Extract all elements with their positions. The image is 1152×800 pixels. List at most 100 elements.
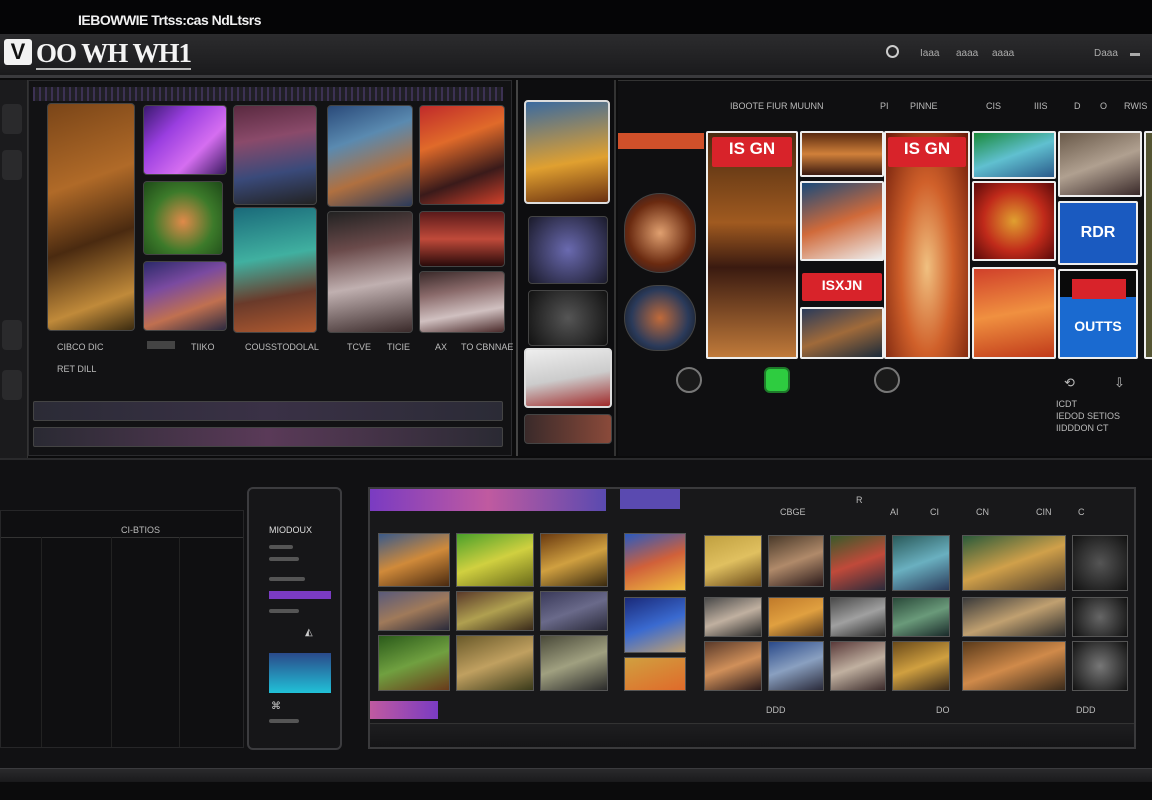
color-swatch[interactable] [269, 653, 331, 693]
nav-item-3[interactable]: aaaa [992, 48, 1014, 59]
device-row[interactable] [269, 609, 299, 613]
media-strip[interactable] [33, 427, 503, 447]
rail-item[interactable] [2, 320, 22, 350]
media-card[interactable] [800, 131, 884, 177]
grid-tile[interactable] [540, 591, 608, 631]
media-card[interactable] [1144, 131, 1152, 359]
footer-item[interactable]: DDD [766, 705, 786, 715]
media-tile[interactable] [47, 103, 135, 331]
rail-item[interactable] [2, 104, 22, 134]
preview-thumb[interactable] [528, 290, 608, 346]
grid-tile[interactable] [962, 535, 1066, 591]
media-tile[interactable] [327, 105, 413, 207]
media-orb[interactable] [624, 285, 696, 351]
media-tile[interactable] [419, 105, 505, 205]
media-strip[interactable] [33, 401, 503, 421]
media-tile[interactable] [327, 211, 413, 333]
media-tile[interactable] [233, 207, 317, 333]
toolbar-item[interactable]: CIN [1036, 507, 1052, 517]
grid-tile[interactable] [456, 635, 534, 691]
grid-tile[interactable] [624, 657, 686, 691]
media-card[interactable] [800, 307, 884, 359]
grid-tile[interactable] [704, 535, 762, 587]
grid-tile[interactable] [704, 641, 762, 691]
device-row[interactable] [269, 545, 293, 549]
grid-tile[interactable] [1072, 641, 1128, 691]
media-card[interactable]: RDR [1058, 201, 1138, 265]
media-card[interactable] [800, 181, 884, 261]
media-tile[interactable] [143, 181, 223, 255]
media-tile[interactable] [419, 271, 505, 333]
download-icon[interactable]: ⇩ [1114, 375, 1125, 391]
grid-tile[interactable] [624, 533, 686, 591]
play-button[interactable] [764, 367, 790, 393]
grid-tile[interactable] [892, 597, 950, 637]
grid-footer-tab[interactable] [370, 701, 438, 719]
volume-icon[interactable]: ◭ [305, 627, 313, 638]
footer-item[interactable]: DDD [1076, 705, 1096, 715]
gear-icon[interactable] [886, 45, 899, 58]
media-tile[interactable] [143, 261, 227, 331]
grid-tile[interactable] [962, 641, 1066, 691]
panel-tab[interactable]: IIIS [1034, 101, 1048, 111]
media-card[interactable] [972, 267, 1056, 359]
nav-item-4[interactable]: Daaa [1094, 48, 1118, 59]
grid-tile[interactable] [540, 635, 608, 691]
grid-tile[interactable] [768, 641, 824, 691]
settings-icon[interactable]: ⌘ [271, 701, 281, 712]
progress-bar[interactable] [269, 591, 331, 599]
preview-thumb[interactable] [528, 216, 608, 284]
prev-button[interactable] [676, 367, 702, 393]
media-tile[interactable] [419, 211, 505, 267]
grid-tile[interactable] [378, 533, 450, 587]
next-button[interactable] [874, 367, 900, 393]
device-row[interactable] [269, 577, 305, 581]
rail-item[interactable] [2, 370, 22, 400]
grid-tile[interactable] [830, 535, 886, 591]
media-card[interactable] [972, 131, 1056, 179]
toolbar-item[interactable]: AI [890, 507, 899, 517]
device-row[interactable] [269, 557, 299, 561]
grid-tab[interactable] [620, 489, 680, 509]
media-card[interactable] [1058, 131, 1142, 197]
grid-tile[interactable] [378, 591, 450, 631]
panel-tab[interactable]: PI [880, 101, 889, 111]
grid-tile[interactable] [1072, 535, 1128, 591]
panel-tab[interactable]: O [1100, 101, 1107, 111]
grid-tile[interactable] [768, 535, 824, 587]
toolbar-item[interactable]: C [1078, 507, 1085, 517]
grid-scroll-track[interactable] [370, 723, 1134, 747]
grid-tile[interactable] [768, 597, 824, 637]
share-icon[interactable]: ⟲ [1064, 375, 1075, 391]
grid-tile[interactable] [830, 641, 886, 691]
bottom-scrollbar[interactable] [0, 768, 1152, 782]
preview-thumb[interactable] [524, 100, 610, 204]
app-logo[interactable]: OO WH WH1 [36, 38, 192, 70]
device-row[interactable] [269, 719, 299, 723]
grid-tile[interactable] [962, 597, 1066, 637]
grid-tile[interactable] [624, 597, 686, 653]
media-orb[interactable] [624, 193, 696, 273]
grid-tile[interactable] [378, 635, 450, 691]
rail-item[interactable] [2, 150, 22, 180]
panel-tab[interactable]: D [1074, 101, 1081, 111]
toolbar-item[interactable]: R [856, 495, 863, 505]
grid-tile[interactable] [830, 597, 886, 637]
grid-tab-strip[interactable] [370, 489, 606, 511]
toolbar-item[interactable]: CBGE [780, 507, 806, 517]
nav-item-2[interactable]: aaaa [956, 48, 978, 59]
grid-tile[interactable] [892, 641, 950, 691]
media-card[interactable]: OUTTS [1058, 269, 1138, 359]
nav-item-1[interactable]: Iaaa [920, 48, 939, 59]
media-card[interactable] [972, 181, 1056, 261]
media-tile[interactable] [143, 105, 227, 175]
grid-tile[interactable] [456, 533, 534, 587]
panel-tab[interactable]: RWIS [1124, 101, 1147, 111]
grid-tile[interactable] [892, 535, 950, 591]
panel-tab[interactable]: PINNE [910, 101, 938, 111]
toolbar-item[interactable]: CN [976, 507, 989, 517]
grid-tile[interactable] [704, 597, 762, 637]
menu-icon[interactable]: ▬ [1130, 48, 1140, 59]
grid-tile[interactable] [456, 591, 534, 631]
preview-thumb[interactable] [524, 348, 612, 408]
